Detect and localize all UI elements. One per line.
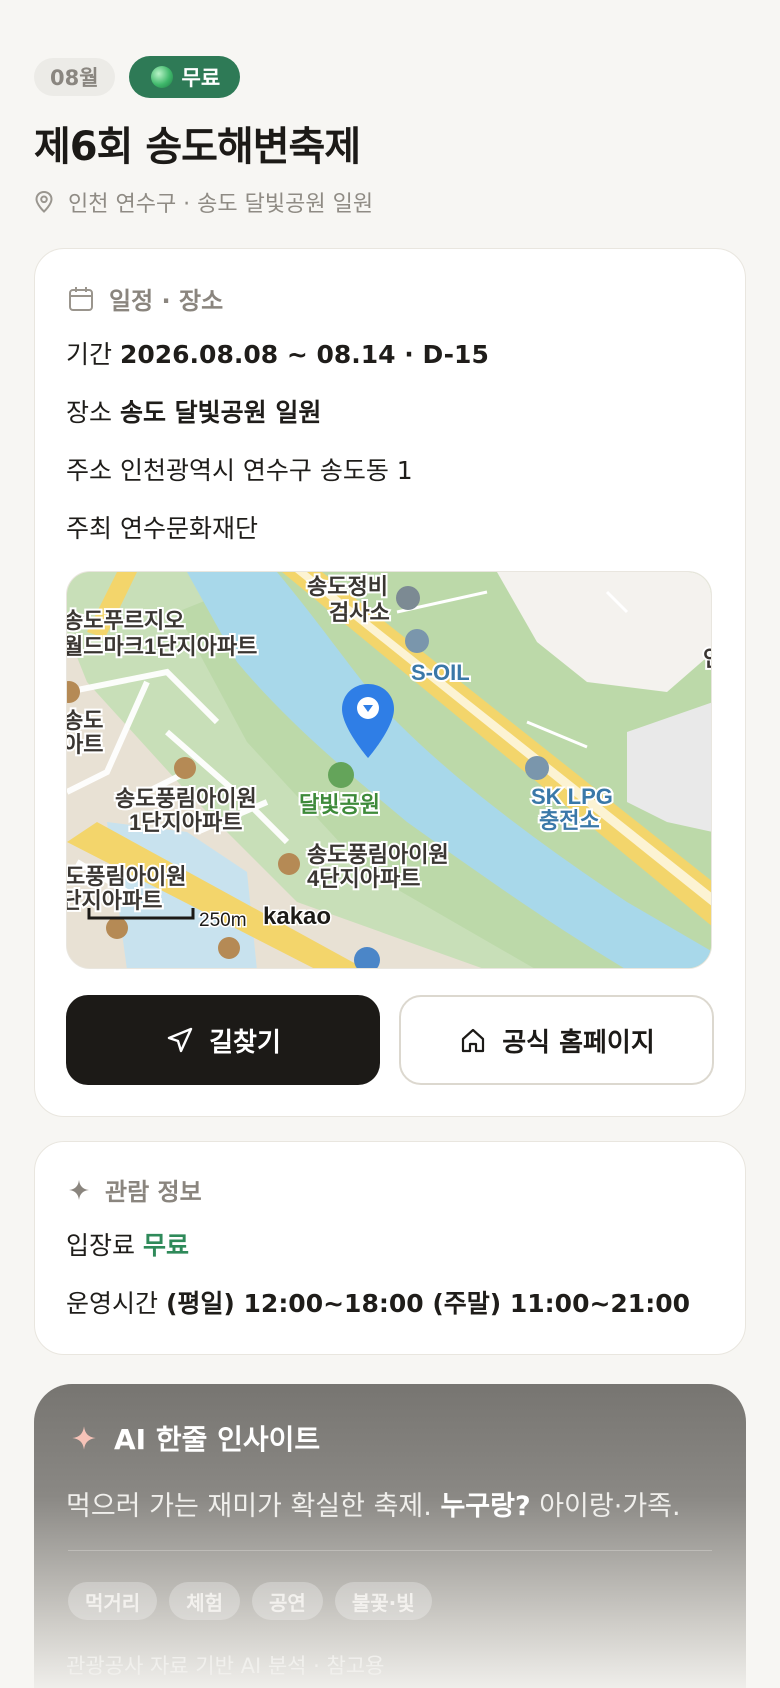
directions-button[interactable]: 길찾기 (66, 995, 380, 1085)
map-label: 송도푸르지오 (67, 608, 184, 633)
ai-text-part: 아이랑·가족. (539, 1491, 681, 1522)
map-label: 1단지아파트 (129, 810, 242, 835)
homepage-label: 공식 홈페이지 (502, 1027, 655, 1058)
location-map[interactable]: 송도정비 검사소 송도푸르지오 월드마크1단지아파트 송도 아트 송도풍림아이원… (66, 571, 712, 969)
chip-row: 08월 무료 (34, 56, 746, 98)
map-label: 충전소 (539, 808, 600, 833)
location-line: 인천 연수구 · 송도 달빛공원 일원 (34, 186, 746, 218)
map-label: 3단지아파트 (67, 888, 162, 913)
divider (68, 1550, 712, 1551)
fee-value: 무료 (142, 1231, 189, 1260)
ai-footnote: 관광공사 자료 기반 AI 분석 · 참고용 (66, 1654, 385, 1678)
place-value: 송도 달빛공원 일원 (119, 398, 322, 427)
ai-heading: AI 한줄 인사이트 (70, 1418, 320, 1458)
ai-tag: 체험 (169, 1582, 241, 1620)
hours-value: (평일) 12:00~18:00 (주말) 11:00~21:00 (165, 1289, 690, 1318)
visit-heading: 관람 정보 (67, 1172, 202, 1207)
map-label: 송도 (67, 708, 103, 733)
host-label: 주최 (66, 514, 113, 543)
place-label: 장소 (66, 398, 113, 427)
map-label: 송도풍림아이원 (115, 786, 257, 811)
fee-row: 입장료 무료 (66, 1226, 189, 1262)
address-row: 주소 인천광역시 연수구 송도동 1 (66, 451, 413, 487)
event-header: 08월 무료 제6회 송도해변축제 인천 연수구 · 송도 달빛공원 일원 (34, 56, 746, 218)
map-label: 도풍림아이원 (67, 864, 186, 889)
ai-insight-card: AI 한줄 인사이트 먹으러 가는 재미가 확실한 축제. 누구랑? 아이랑·가… (34, 1384, 746, 1688)
visit-heading-label: 관람 정보 (105, 1178, 202, 1206)
place-row: 장소 송도 달빛공원 일원 (66, 393, 321, 429)
price-chip: 무료 (128, 56, 241, 98)
fee-label: 입장료 (66, 1231, 136, 1260)
schedule-card: 일정 · 장소 기간 2026.08.08 ~ 08.14 · D-15 장소 … (34, 248, 746, 1117)
navigation-arrow-icon (167, 1027, 193, 1053)
month-chip: 08월 (34, 58, 115, 96)
hours-row: 운영시간 (평일) 12:00~18:00 (주말) 11:00~21:00 (66, 1284, 690, 1320)
schedule-heading-label: 일정 · 장소 (109, 287, 224, 315)
sparkle-icon (69, 1179, 89, 1200)
map-logo: kakao (263, 903, 331, 930)
map-label: 달빛공원 (299, 792, 380, 817)
map-label: 인 (703, 646, 712, 671)
visit-info-card: 관람 정보 입장료 무료 운영시간 (평일) 12:00~18:00 (주말) … (34, 1141, 746, 1355)
schedule-heading: 일정 · 장소 (67, 281, 223, 316)
map-label: 검사소 (329, 600, 390, 625)
address-value: 인천광역시 연수구 송도동 1 (119, 456, 413, 485)
map-label: 송도풍림아이원 (307, 842, 449, 867)
calendar-icon (69, 286, 93, 311)
home-icon (462, 1028, 485, 1053)
hours-label: 운영시간 (66, 1289, 159, 1318)
homepage-button[interactable]: 공식 홈페이지 (399, 995, 714, 1085)
map-canvas: 송도정비 검사소 송도푸르지오 월드마크1단지아파트 송도 아트 송도풍림아이원… (67, 572, 712, 968)
ai-sparkle-icon (72, 1426, 96, 1450)
period-row: 기간 2026.08.08 ~ 08.14 · D-15 (66, 335, 489, 371)
map-label: S-OIL (411, 660, 470, 685)
map-scale-label: 250m (199, 910, 247, 931)
map-label: 송도정비 (307, 574, 388, 599)
ai-tag: 불꽃·빛 (334, 1582, 432, 1620)
period-label: 기간 (66, 340, 113, 369)
host-row: 주최 연수문화재단 (66, 509, 258, 545)
directions-label: 길찾기 (209, 1027, 281, 1058)
ai-text-emphasis: 누구랑? (440, 1491, 531, 1522)
ai-heading-label: AI 한줄 인사이트 (114, 1423, 321, 1456)
ai-insight-text: 먹으러 가는 재미가 확실한 축제. 누구랑? 아이랑·가족. (66, 1484, 681, 1523)
location-pin-icon (35, 190, 53, 213)
period-value: 2026.08.08 ~ 08.14 · D-15 (119, 340, 489, 369)
price-chip-label: 무료 (181, 66, 221, 90)
ai-text-part: 먹으러 가는 재미가 확실한 축제. (66, 1491, 432, 1522)
ai-tag: 공연 (252, 1582, 323, 1620)
location-text: 인천 연수구 · 송도 달빛공원 일원 (68, 192, 374, 217)
ai-tag: 먹거리 (68, 1582, 158, 1620)
map-label: 아트 (67, 732, 103, 757)
address-label: 주소 (66, 456, 113, 485)
host-value: 연수문화재단 (119, 514, 258, 543)
map-label: 월드마크1단지아파트 (67, 634, 257, 659)
map-label: SK LPG (531, 784, 613, 809)
ai-tag-list: 먹거리 체험 공연 불꽃·빛 (68, 1582, 432, 1620)
status-dot-icon (150, 66, 173, 88)
page-title: 제6회 송도해변축제 (34, 124, 361, 170)
map-label: 4단지아파트 (307, 866, 420, 891)
